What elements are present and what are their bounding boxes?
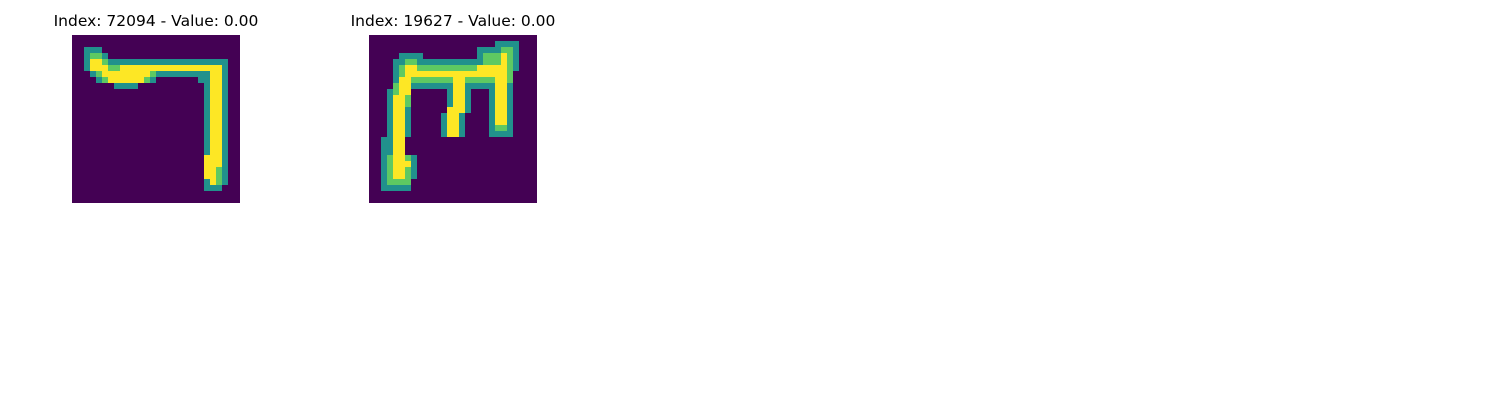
glyph-image-1 xyxy=(72,35,240,203)
panel-title-2: Index: 19627 - Value: 0.00 xyxy=(350,12,556,30)
glyph-image-2 xyxy=(369,35,537,203)
image-panel-1: Index: 72094 - Value: 0.00 xyxy=(26,8,286,208)
glyph-seven-image xyxy=(72,35,240,203)
figure-canvas: Index: 72094 - Value: 0.00 Index: 19627 … xyxy=(0,0,1500,400)
glyph-m-image xyxy=(369,35,537,203)
panel-title-1: Index: 72094 - Value: 0.00 xyxy=(53,12,259,30)
image-panel-2: Index: 19627 - Value: 0.00 xyxy=(323,8,583,208)
